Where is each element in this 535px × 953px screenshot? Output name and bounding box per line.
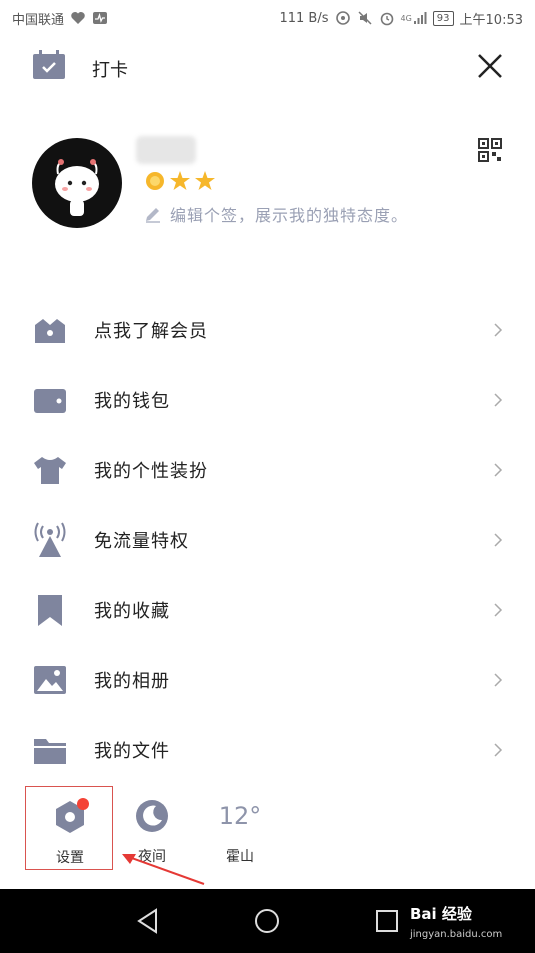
- chevron-right-icon: [494, 533, 503, 547]
- network-speed: 111 B/s: [279, 10, 329, 26]
- watermark-brand: Bai 经验: [410, 905, 472, 923]
- home-icon[interactable]: [253, 907, 281, 935]
- battery-level: 93: [432, 10, 454, 26]
- recent-apps-icon[interactable]: [373, 907, 401, 935]
- settings-hex-icon: [50, 797, 90, 837]
- qr-code-icon[interactable]: [478, 138, 502, 162]
- signal-tower-icon: [32, 522, 68, 558]
- menu-item-album[interactable]: 我的相册: [0, 645, 535, 715]
- username-blurred: [136, 136, 196, 164]
- settings-button[interactable]: 设置: [25, 786, 113, 870]
- star-icon: [170, 171, 190, 190]
- header: 打卡: [0, 40, 535, 96]
- clock: 上午10:53: [459, 12, 523, 28]
- menu-label: 我的收藏: [94, 601, 170, 622]
- activity-icon: [92, 11, 108, 25]
- menu-label: 我的文件: [94, 741, 170, 762]
- calendar-check-icon[interactable]: [32, 50, 66, 80]
- folder-icon: [32, 732, 68, 768]
- wallet-icon: [32, 382, 68, 418]
- weather-temp: 12°: [218, 802, 262, 830]
- menu-label: 我的个性装扮: [94, 461, 208, 482]
- menu-item-favorites[interactable]: 我的收藏: [0, 575, 535, 645]
- settings-label: 设置: [56, 850, 84, 866]
- profile-card: 编辑个签，展示我的独特态度。: [0, 130, 535, 240]
- menu-label: 免流量特权: [94, 531, 189, 552]
- bookmark-icon: [32, 592, 68, 628]
- chevron-right-icon: [494, 603, 503, 617]
- close-button[interactable]: [474, 50, 506, 82]
- close-icon: [478, 54, 502, 78]
- weather-city: 霍山: [226, 849, 254, 865]
- notification-badge: [77, 798, 89, 810]
- menu-item-free-data[interactable]: 免流量特权: [0, 505, 535, 575]
- tshirt-icon: [32, 452, 68, 488]
- photo-icon: [32, 662, 68, 698]
- menu-label: 点我了解会员: [94, 321, 208, 342]
- signal-icon: 4G: [401, 11, 427, 25]
- menu-item-vip[interactable]: 点我了解会员: [0, 295, 535, 365]
- chevron-right-icon: [494, 673, 503, 687]
- watermark-url: jingyan.baidu.com: [410, 929, 503, 940]
- menu-item-wallet[interactable]: 我的钱包: [0, 365, 535, 435]
- sun-icon: [146, 172, 164, 190]
- back-icon[interactable]: [134, 907, 162, 935]
- mute-icon: [357, 10, 373, 26]
- signature-text: 编辑个签，展示我的独特态度。: [170, 206, 409, 225]
- signature-field[interactable]: 编辑个签，展示我的独特态度。: [144, 202, 408, 226]
- punch-label[interactable]: 打卡: [92, 56, 128, 82]
- star-icon: [195, 171, 215, 190]
- status-bar: 中国联通 111 B/s 4G 93 上午10:53: [0, 0, 535, 36]
- weather-widget[interactable]: 12° 霍山: [196, 786, 284, 870]
- chevron-right-icon: [494, 743, 503, 757]
- menu-label: 我的钱包: [94, 391, 170, 412]
- nfc-icon: [335, 10, 351, 26]
- menu-label: 我的相册: [94, 671, 170, 692]
- bottom-actions: 设置 夜间 12° 霍山: [0, 786, 535, 876]
- annotation-arrow: [122, 854, 205, 885]
- menu-item-files[interactable]: 我的文件: [0, 715, 535, 785]
- system-nav-bar: Bai 经验 jingyan.baidu.com: [0, 889, 535, 953]
- pencil-icon: [146, 208, 160, 223]
- chevron-right-icon: [494, 323, 503, 337]
- level-stars[interactable]: [144, 170, 216, 192]
- carrier-name: 中国联通: [12, 12, 65, 28]
- heart-icon: [70, 11, 86, 25]
- avatar[interactable]: [32, 138, 122, 228]
- moon-icon: [132, 796, 172, 836]
- menu-item-dressup[interactable]: 我的个性装扮: [0, 435, 535, 505]
- chevron-right-icon: [494, 463, 503, 477]
- chevron-right-icon: [494, 393, 503, 407]
- alarm-icon: [379, 10, 395, 26]
- crown-icon: [32, 312, 68, 348]
- menu-list: 点我了解会员 我的钱包 我的个性装扮 免流量特权 我的收藏 我的相册 我的文件: [0, 295, 535, 785]
